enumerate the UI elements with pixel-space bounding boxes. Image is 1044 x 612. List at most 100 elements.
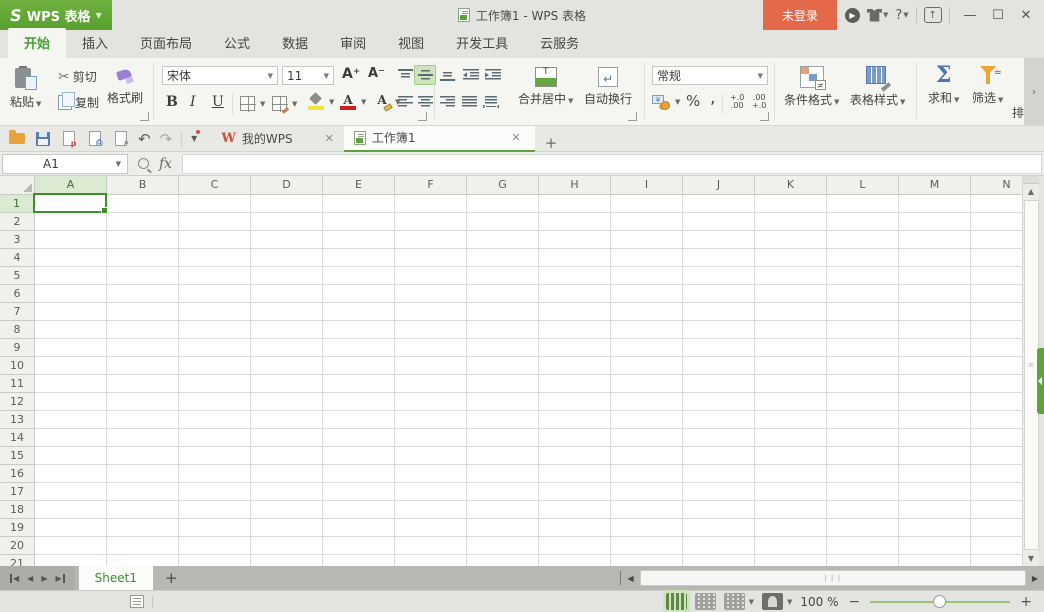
font-color-button[interactable]: A▼ bbox=[340, 94, 366, 110]
column-header-K[interactable]: K bbox=[755, 176, 827, 195]
scroll-left-icon[interactable]: ◀ bbox=[621, 574, 639, 583]
paste-button[interactable]: 粘贴▼ bbox=[10, 66, 41, 110]
ribbon-tab-8[interactable]: 云服务 bbox=[524, 28, 595, 58]
row-header-14[interactable]: 14 bbox=[0, 429, 35, 447]
row-header-9[interactable]: 9 bbox=[0, 339, 35, 357]
shrink-font-button[interactable]: A⁻ bbox=[368, 66, 385, 81]
row-header-2[interactable]: 2 bbox=[0, 213, 35, 231]
row-header-7[interactable]: 7 bbox=[0, 303, 35, 321]
scroll-up-icon[interactable]: ▲ bbox=[1023, 184, 1039, 199]
save-button[interactable] bbox=[34, 130, 51, 147]
row-header-3[interactable]: 3 bbox=[0, 231, 35, 249]
row-header-1[interactable]: 1 bbox=[0, 195, 35, 213]
cells-area[interactable] bbox=[35, 195, 1022, 566]
column-header-F[interactable]: F bbox=[395, 176, 467, 195]
row-header-6[interactable]: 6 bbox=[0, 285, 35, 303]
insert-function-button[interactable]: fx bbox=[159, 156, 172, 172]
minimize-button[interactable]: — bbox=[956, 0, 984, 30]
row-header-15[interactable]: 15 bbox=[0, 447, 35, 465]
row-header-4[interactable]: 4 bbox=[0, 249, 35, 267]
wrap-text-button[interactable]: ↵ 自动换行 bbox=[584, 67, 632, 107]
alignment-dialog-launcher-icon[interactable] bbox=[628, 112, 637, 121]
skin-button[interactable]: ▼ bbox=[867, 9, 888, 22]
column-header-L[interactable]: L bbox=[827, 176, 899, 195]
column-header-D[interactable]: D bbox=[251, 176, 323, 195]
align-center-button[interactable] bbox=[414, 92, 436, 112]
selected-cell-a1[interactable] bbox=[33, 193, 107, 213]
column-header-H[interactable]: H bbox=[539, 176, 611, 195]
grow-font-button[interactable]: A⁺ bbox=[342, 66, 360, 82]
align-middle-button[interactable] bbox=[414, 65, 436, 85]
column-header-G[interactable]: G bbox=[467, 176, 539, 195]
column-header-E[interactable]: E bbox=[323, 176, 395, 195]
undo-button[interactable]: ↶ bbox=[138, 130, 151, 148]
justify-button[interactable] bbox=[458, 92, 480, 112]
column-header-M[interactable]: M bbox=[899, 176, 971, 195]
redo-button[interactable]: ↷ bbox=[160, 130, 173, 148]
italic-button[interactable]: I bbox=[190, 94, 196, 110]
row-header-11[interactable]: 11 bbox=[0, 375, 35, 393]
close-tab-icon[interactable]: ✕ bbox=[325, 132, 334, 145]
community-icon[interactable]: ▶ bbox=[845, 8, 860, 23]
percent-format-button[interactable]: % bbox=[686, 92, 700, 110]
scroll-down-icon[interactable]: ▼ bbox=[1023, 551, 1039, 566]
select-all-corner[interactable] bbox=[0, 176, 35, 195]
name-box[interactable]: A1 ▼ bbox=[2, 154, 128, 174]
print-button[interactable]: ⎙ bbox=[86, 130, 103, 147]
collapse-ribbon-icon[interactable]: ↑ bbox=[924, 7, 942, 23]
view-page-break-button[interactable] bbox=[695, 593, 716, 610]
row-header-20[interactable]: 20 bbox=[0, 537, 35, 555]
scroll-right-icon[interactable]: ▶ bbox=[1026, 574, 1044, 583]
row-header-5[interactable]: 5 bbox=[0, 267, 35, 285]
close-button[interactable]: ✕ bbox=[1012, 0, 1040, 30]
increase-indent-button[interactable] bbox=[482, 65, 504, 85]
decrease-decimal-button[interactable]: .00+.0 bbox=[752, 94, 766, 110]
format-painter-button[interactable]: 格式刷 bbox=[107, 68, 143, 106]
maximize-button[interactable]: ☐ bbox=[984, 0, 1012, 30]
column-header-N[interactable]: N bbox=[971, 176, 1022, 195]
zoom-in-button[interactable]: + bbox=[1018, 594, 1034, 610]
new-document-tab-button[interactable]: + bbox=[535, 134, 568, 152]
font-dialog-launcher-icon[interactable] bbox=[418, 112, 427, 121]
underline-button[interactable]: U bbox=[212, 94, 224, 110]
formula-input[interactable] bbox=[182, 154, 1042, 174]
row-header-18[interactable]: 18 bbox=[0, 501, 35, 519]
doc-tab-my-wps[interactable]: W 我的WPS ✕ bbox=[211, 126, 344, 152]
help-button[interactable]: ?▼ bbox=[895, 8, 908, 23]
column-header-J[interactable]: J bbox=[683, 176, 755, 195]
export-pdf-button[interactable]: p bbox=[60, 130, 77, 147]
view-normal-button[interactable] bbox=[666, 593, 687, 610]
ribbon-tab-1[interactable]: 插入 bbox=[66, 28, 124, 58]
row-header-21[interactable]: 21 bbox=[0, 555, 35, 566]
view-fullscreen-button[interactable]: ▼ bbox=[762, 593, 792, 610]
cut-button[interactable]: ✂ 剪切 bbox=[58, 68, 97, 85]
next-sheet-icon[interactable]: ▶ bbox=[41, 574, 47, 583]
borders-button[interactable]: ▼ bbox=[240, 96, 265, 111]
view-page-layout-button[interactable]: ▼ bbox=[724, 593, 754, 610]
add-sheet-button[interactable]: + bbox=[153, 569, 190, 587]
split-handle[interactable] bbox=[1023, 176, 1039, 184]
align-right-button[interactable] bbox=[436, 92, 458, 112]
last-sheet-icon[interactable]: ▶ bbox=[55, 574, 64, 583]
row-header-19[interactable]: 19 bbox=[0, 519, 35, 537]
ribbon-tab-7[interactable]: 开发工具 bbox=[440, 28, 524, 58]
doc-tab-workbook1[interactable]: 工作簿1 ✕ bbox=[344, 126, 535, 152]
comma-format-button[interactable]: , bbox=[710, 94, 715, 102]
print-preview-button[interactable]: ⌕ bbox=[112, 130, 129, 147]
zoom-out-button[interactable]: − bbox=[847, 594, 863, 610]
currency-format-button[interactable]: ¥▼ bbox=[652, 94, 680, 110]
align-left-button[interactable] bbox=[394, 92, 416, 112]
fill-color-button[interactable]: ▼ bbox=[308, 94, 334, 110]
draw-border-button[interactable]: ▼ bbox=[272, 96, 297, 111]
ribbon-tab-5[interactable]: 审阅 bbox=[324, 28, 382, 58]
zoom-slider[interactable] bbox=[870, 601, 1010, 603]
align-bottom-button[interactable] bbox=[436, 65, 458, 85]
copy-button[interactable]: 复制 bbox=[58, 94, 99, 111]
number-format-select[interactable]: 常规▼ bbox=[652, 66, 768, 85]
column-header-C[interactable]: C bbox=[179, 176, 251, 195]
first-sheet-icon[interactable]: ◀ bbox=[10, 574, 19, 583]
ribbon-tab-6[interactable]: 视图 bbox=[382, 28, 440, 58]
open-button[interactable] bbox=[8, 130, 25, 147]
distributed-button[interactable] bbox=[480, 92, 502, 112]
status-grid-icon[interactable] bbox=[130, 595, 144, 608]
